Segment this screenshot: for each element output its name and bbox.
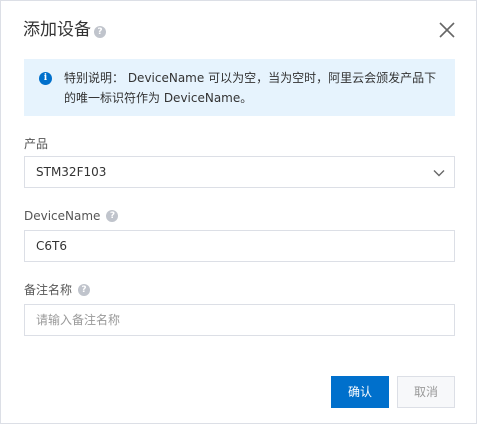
product-label: 产品	[24, 136, 48, 152]
product-select-value: STM32F103	[36, 165, 107, 179]
info-icon: i	[39, 72, 52, 85]
device-name-input[interactable]	[24, 230, 455, 262]
notice-text: 特别说明： DeviceName 可以为空，当为空时，阿里云会颁发产品下的唯一标…	[64, 71, 437, 105]
title-help-icon[interactable]: ?	[94, 26, 106, 38]
device-name-label: DeviceName?	[24, 208, 119, 224]
device-name-help-icon[interactable]: ?	[106, 209, 119, 222]
device-name-label-text: DeviceName	[24, 209, 101, 223]
remark-label: 备注名称?	[24, 282, 91, 298]
remark-input[interactable]	[24, 304, 455, 336]
confirm-button[interactable]: 确认	[331, 376, 389, 408]
product-label-text: 产品	[24, 137, 49, 151]
chevron-down-icon	[433, 170, 445, 177]
remark-label-text: 备注名称	[24, 283, 73, 297]
add-device-dialog: 添加设备 ? i 特别说明： DeviceName 可以为空，当为空时，阿里云会…	[0, 0, 477, 424]
dialog-title: 添加设备	[23, 20, 91, 40]
cancel-button[interactable]: 取消	[397, 376, 455, 408]
close-icon[interactable]	[438, 21, 456, 39]
remark-help-icon[interactable]: ?	[78, 283, 91, 296]
product-select[interactable]: STM32F103	[24, 156, 455, 188]
notice-banner: i 特别说明： DeviceName 可以为空，当为空时，阿里云会颁发产品下的唯…	[24, 59, 455, 116]
